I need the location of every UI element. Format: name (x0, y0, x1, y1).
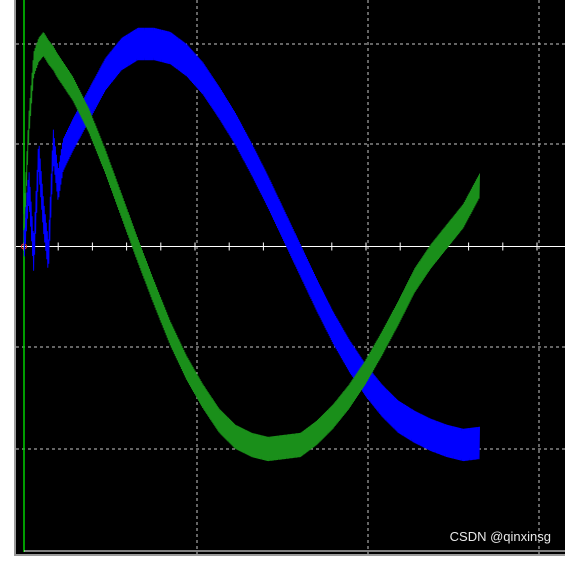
window-frame-bottom (14, 554, 565, 556)
scope-window: CSDN @qinxinsg (0, 0, 565, 563)
scope-plot-area[interactable]: CSDN @qinxinsg (16, 0, 565, 554)
scope-plot-svg (16, 0, 565, 554)
watermark-text: CSDN @qinxinsg (449, 529, 551, 544)
